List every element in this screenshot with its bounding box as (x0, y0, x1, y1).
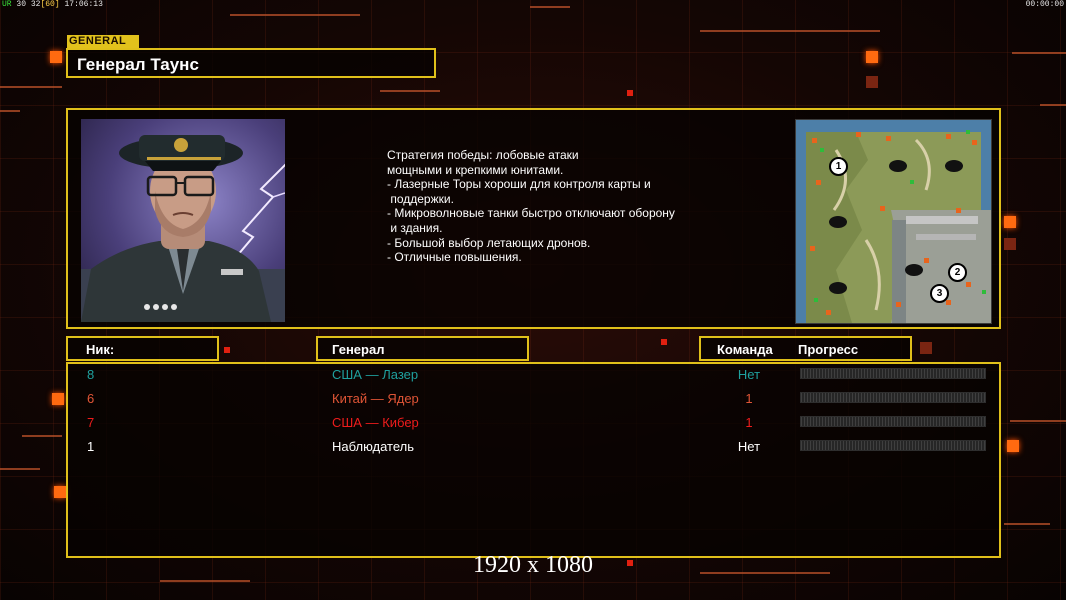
deco-square (661, 339, 667, 345)
deco-square (50, 51, 62, 63)
deco-line (1004, 523, 1050, 525)
deco-line (0, 86, 62, 88)
player-progress (800, 368, 986, 379)
deco-square (920, 342, 932, 354)
player-team: 1 (745, 391, 753, 406)
deco-line (700, 30, 880, 32)
player-general: Наблюдатель (332, 439, 415, 454)
deco-line (22, 435, 62, 437)
deco-square (866, 76, 878, 88)
deco-square (627, 90, 633, 96)
deco-line (1010, 420, 1066, 422)
debug-timer: 00:00:00 (1025, 0, 1064, 9)
general-description: Стратегия победы: лобовые атаки мощными … (387, 148, 727, 265)
player-general: Китай — Ядер (332, 391, 419, 406)
general-name: Генерал Таунс (77, 55, 199, 74)
deco-line (160, 580, 250, 582)
deco-line (0, 468, 40, 470)
description-line: - Лазерные Торы хороши для контроля карт… (387, 177, 651, 192)
player-general: США — Лазер (332, 367, 419, 382)
player-row[interactable]: 7 США — Кибер 1 (68, 412, 999, 432)
nick-header-box: Ник: (66, 336, 219, 361)
player-team: 1 (745, 415, 753, 430)
map-slot-1[interactable]: 1 (829, 157, 848, 176)
player-nick: 8 (87, 367, 95, 382)
description-line: Стратегия победы: лобовые атаки (387, 148, 579, 162)
description-line: - Отличные повышения. (387, 250, 522, 265)
deco-square (1004, 216, 1016, 228)
players-panel: 8 США — Лазер Нет 6 Китай — Ядер 1 7 США… (66, 362, 1001, 558)
player-team: Нет (737, 367, 761, 382)
deco-square (52, 393, 64, 405)
deco-line (1012, 52, 1066, 54)
team-progress-header-box: Команда Прогресс (699, 336, 912, 361)
deco-line (230, 14, 360, 16)
deco-square (1004, 238, 1016, 250)
player-row[interactable]: 8 США — Лазер Нет (68, 364, 999, 384)
general-name-box: Генерал Таунс (66, 48, 436, 78)
team-header: Команда (717, 342, 773, 357)
player-progress (800, 416, 986, 427)
progress-header: Прогресс (798, 342, 859, 357)
description-line: - Микроволновые танки быстро отключают о… (387, 206, 675, 221)
debug-stats: UR 30 32[60] 17:06:13 (2, 0, 103, 9)
map-terrain (796, 120, 991, 323)
player-row[interactable]: 1 Наблюдатель Нет (68, 436, 999, 456)
player-progress (800, 440, 986, 451)
description-line: - Большой выбор летающих дронов. (387, 235, 591, 250)
deco-square (866, 51, 878, 63)
resolution-label: 1920 x 1080 (473, 552, 593, 578)
general-portrait (81, 119, 285, 322)
deco-line (530, 6, 570, 8)
map-slot-3[interactable]: 3 (930, 284, 949, 303)
player-team: Нет (737, 439, 761, 454)
general-header: Генерал (332, 342, 385, 357)
map-slot-2[interactable]: 2 (948, 263, 967, 282)
general-tag: GENERAL (67, 35, 139, 48)
player-general: США — Кибер (332, 415, 419, 430)
player-nick: 1 (87, 439, 95, 454)
deco-square (54, 486, 66, 498)
player-nick: 7 (87, 415, 95, 430)
deco-line (380, 90, 440, 92)
map-preview[interactable]: 1 2 3 (795, 119, 992, 324)
player-progress (800, 392, 986, 403)
description-line: и здания. (387, 220, 443, 235)
deco-square (1007, 440, 1019, 452)
player-row[interactable]: 6 Китай — Ядер 1 (68, 388, 999, 408)
deco-line (1040, 104, 1066, 106)
nick-header: Ник: (86, 342, 115, 357)
deco-square (224, 347, 230, 353)
general-info-panel: Стратегия победы: лобовые атаки мощными … (66, 108, 1001, 329)
description-line: мощными и крепкими юнитами. (387, 162, 564, 177)
portrait-image (81, 135, 285, 322)
description-line: поддержки. (387, 191, 454, 206)
player-nick: 6 (87, 391, 95, 406)
general-header-box: Генерал (316, 336, 529, 361)
deco-line (0, 110, 20, 112)
